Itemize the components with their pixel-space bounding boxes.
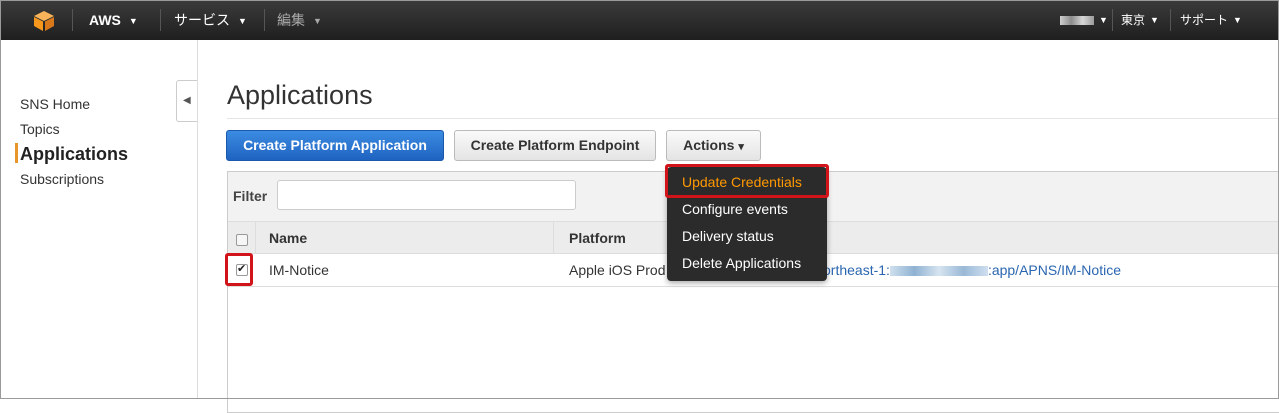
application-platform: Apple iOS Prod bbox=[569, 262, 666, 278]
chevron-left-icon: ◀ bbox=[183, 95, 191, 106]
sidebar-collapse-button[interactable]: ◀ bbox=[176, 80, 197, 122]
application-arn-link[interactable]: ortheast-1: :app/APNS/IM-Notice bbox=[823, 262, 1121, 278]
account-name-redacted bbox=[1060, 16, 1094, 26]
chevron-down-icon: ▼ bbox=[1233, 15, 1242, 25]
sidebar-item-applications[interactable]: Applications bbox=[20, 144, 128, 165]
edit-menu[interactable]: 編集 ▼ bbox=[277, 0, 322, 40]
actions-dropdown-button[interactable]: Actions ▾ bbox=[666, 130, 761, 161]
column-header-name[interactable]: Name bbox=[269, 230, 307, 246]
region-menu[interactable]: 東京 ▼ bbox=[1121, 0, 1159, 40]
nav-divider bbox=[264, 9, 265, 31]
chevron-down-icon: ▼ bbox=[128, 16, 138, 26]
menu-item-delivery-status[interactable]: Delivery status bbox=[682, 228, 774, 244]
menu-item-delete-applications[interactable]: Delete Applications bbox=[682, 255, 801, 271]
nav-divider bbox=[72, 9, 73, 31]
chevron-down-icon: ▼ bbox=[1150, 15, 1159, 25]
column-header-platform[interactable]: Platform bbox=[569, 230, 626, 246]
edit-menu-label: 編集 bbox=[277, 12, 305, 28]
select-all-checkbox[interactable] bbox=[236, 234, 248, 246]
page-title: Applications bbox=[227, 80, 373, 110]
sidebar: SNS Home Topics Applications Subscriptio… bbox=[0, 40, 198, 399]
services-menu[interactable]: サービス ▼ bbox=[174, 0, 247, 40]
aws-menu-label: AWS bbox=[89, 12, 121, 28]
application-name: IM-Notice bbox=[269, 262, 329, 278]
region-menu-label: 東京 bbox=[1121, 13, 1146, 27]
arn-suffix: :app/APNS/IM-Notice bbox=[987, 262, 1121, 278]
create-platform-application-button[interactable]: Create Platform Application bbox=[226, 130, 444, 161]
aws-logo-icon[interactable] bbox=[33, 11, 55, 34]
actions-dropdown-menu: Update Credentials Configure events Deli… bbox=[665, 164, 829, 281]
chevron-down-icon: ▼ bbox=[313, 16, 322, 26]
services-menu-label: サービス bbox=[174, 12, 230, 28]
account-menu[interactable]: ▼ bbox=[1060, 0, 1108, 40]
sidebar-active-indicator bbox=[15, 143, 18, 163]
nav-divider bbox=[160, 9, 161, 31]
sidebar-item-subscriptions[interactable]: Subscriptions bbox=[20, 171, 104, 187]
sidebar-item-sns-home[interactable]: SNS Home bbox=[20, 96, 90, 112]
caret-down-icon: ▾ bbox=[738, 141, 744, 153]
create-platform-endpoint-button[interactable]: Create Platform Endpoint bbox=[454, 130, 656, 161]
filter-label: Filter bbox=[233, 188, 268, 204]
arn-prefix: ortheast-1: bbox=[823, 262, 890, 278]
actions-button-label: Actions bbox=[683, 137, 735, 153]
menu-item-configure-events[interactable]: Configure events bbox=[682, 201, 788, 217]
nav-divider bbox=[1170, 9, 1171, 31]
top-nav-bar: AWS ▼ サービス ▼ 編集 ▼ ▼ 東京 ▼ サポート ▼ bbox=[0, 0, 1279, 40]
chevron-down-icon: ▼ bbox=[1099, 15, 1108, 25]
row-checkbox-highlight bbox=[225, 253, 253, 286]
nav-divider bbox=[1112, 9, 1113, 31]
support-menu[interactable]: サポート ▼ bbox=[1180, 0, 1242, 40]
sidebar-item-topics[interactable]: Topics bbox=[20, 121, 60, 137]
aws-menu[interactable]: AWS ▼ bbox=[89, 0, 138, 40]
title-divider bbox=[227, 118, 1279, 119]
account-id-redacted bbox=[889, 266, 988, 277]
filter-input[interactable] bbox=[277, 180, 576, 210]
chevron-down-icon: ▼ bbox=[238, 16, 247, 26]
support-menu-label: サポート bbox=[1180, 13, 1229, 27]
menu-item-update-credentials[interactable]: Update Credentials bbox=[682, 174, 802, 190]
